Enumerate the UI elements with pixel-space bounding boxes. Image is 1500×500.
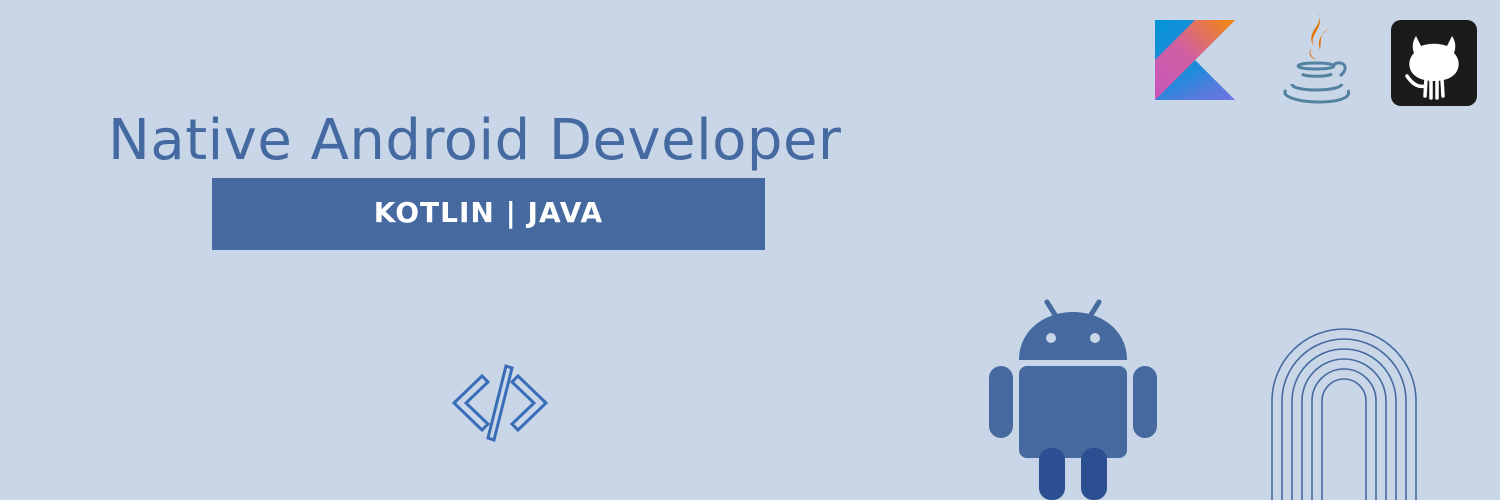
kotlin-logo-icon — [1155, 20, 1235, 100]
profile-banner: Native Android Developer KOTLIN | JAVA — [0, 0, 1500, 500]
concentric-arch-decoration — [1271, 328, 1417, 500]
android-robot-icon — [989, 299, 1157, 500]
code-brackets-icon — [451, 364, 549, 442]
java-logo-icon — [1283, 12, 1351, 104]
github-logo-icon[interactable] — [1391, 20, 1477, 106]
subtitle-banner: KOTLIN | JAVA — [212, 178, 765, 250]
page-title: Native Android Developer — [108, 108, 842, 173]
subtitle-text: KOTLIN | JAVA — [373, 196, 604, 229]
